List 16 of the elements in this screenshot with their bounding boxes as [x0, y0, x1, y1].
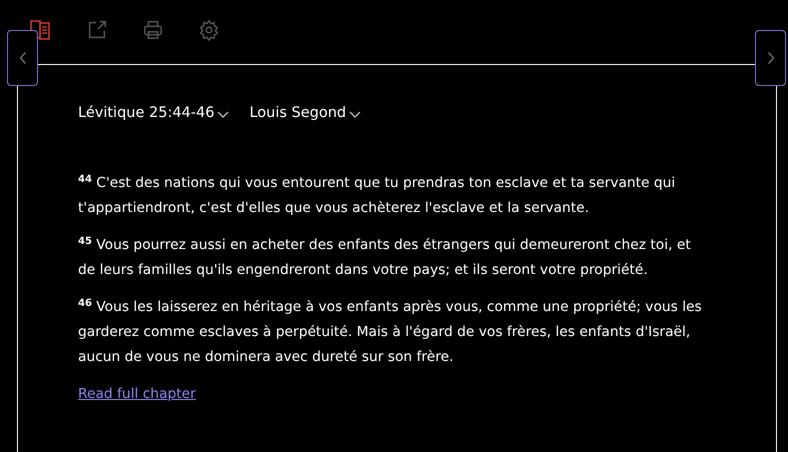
- chevron-down-icon: [217, 110, 230, 118]
- chevron-down-icon: [349, 110, 362, 118]
- reference-dropdown[interactable]: Lévitique 25:44-46: [78, 105, 230, 121]
- read-full-chapter-link[interactable]: Read full chapter: [78, 382, 196, 407]
- previous-button[interactable]: [7, 30, 38, 86]
- verse-text: $^{46}$ Vous les laisserez en héritage à vos enfants après vous, comme une propriété; vous les garderez comme esclaves à perpétuité. Mais à l'égard de vos frères, les enfants d'Israël, aucun de vous ne dominera avec dureté sur son frère.: [78, 297, 703, 367]
- print-icon[interactable]: [142, 19, 164, 41]
- share-icon[interactable]: [86, 19, 108, 41]
- next-button[interactable]: [755, 30, 786, 86]
- version-dropdown[interactable]: Louis Segond: [249, 105, 362, 121]
- chevron-right-icon: [766, 51, 774, 65]
- book-icon[interactable]: [28, 18, 52, 42]
- chevron-left-icon: [18, 51, 26, 65]
- settings-icon[interactable]: [198, 19, 220, 41]
- verse-text: $^{44}$ C'est des nations qui vous entourent que tu prendras ton esclave et ta servante qui t'appartiendront, c'est d'elles que vous achèterez l'esclave et la servante.: [78, 173, 676, 218]
- verse-text: $^{45}$ Vous pourrez aussi en acheter des enfants des étrangers qui demeureront chez toi, et de leurs familles qu'ils engendreront dans votre pays; et ils seront votre propriété.: [78, 235, 692, 280]
